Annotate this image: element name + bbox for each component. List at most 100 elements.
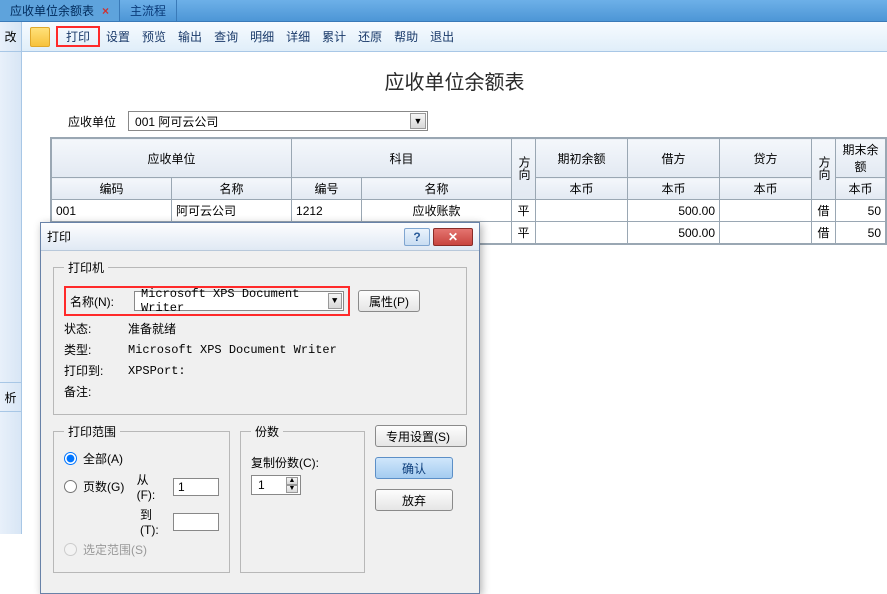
- printer-group: 打印机 名称(N): Microsoft XPS Document Writer…: [53, 259, 467, 415]
- printer-select[interactable]: Microsoft XPS Document Writer ▼: [134, 291, 344, 311]
- spin-up-icon[interactable]: ▲: [286, 477, 298, 485]
- th-unit: 应收单位: [52, 139, 292, 178]
- th-open: 期初余额: [536, 139, 628, 178]
- th-debit-cur: 本币: [628, 178, 720, 200]
- printer-group-label: 打印机: [64, 259, 108, 276]
- toolbar: 打印 设置 预览 输出 查询 明细 详细 累计 还原 帮助 退出: [22, 22, 887, 52]
- cell-credit: [720, 200, 812, 222]
- left-sidebar: 改 析: [0, 22, 22, 534]
- special-settings-button[interactable]: 专用设置(S): [375, 425, 467, 447]
- filter-label: 应收单位: [68, 113, 116, 130]
- port-value: XPSPort:: [128, 364, 186, 378]
- th-close-cur: 本币: [836, 178, 886, 200]
- unit-select-value: 001 阿可云公司: [135, 113, 218, 130]
- copies-group-label: 份数: [251, 423, 283, 440]
- status-label: 状态:: [64, 320, 120, 337]
- th-subject: 科目: [292, 139, 512, 178]
- th-name: 名称: [172, 178, 292, 200]
- menu-cumulative[interactable]: 累计: [316, 26, 352, 47]
- menu-restore[interactable]: 还原: [352, 26, 388, 47]
- th-dir1: 方向: [512, 139, 536, 200]
- cell-debit: 500.00: [628, 200, 720, 222]
- from-label: 从(F):: [137, 471, 167, 502]
- menu-print[interactable]: 打印: [60, 28, 96, 46]
- menu-query[interactable]: 查询: [208, 26, 244, 47]
- type-label: 类型:: [64, 341, 120, 358]
- highlight-print: 打印: [56, 26, 100, 47]
- from-input[interactable]: [173, 478, 219, 496]
- cell-acctno: 1212: [292, 200, 362, 222]
- tab-mainflow[interactable]: 主流程: [120, 0, 177, 21]
- cell-debit: 500.00: [628, 222, 720, 244]
- type-value: Microsoft XPS Document Writer: [128, 343, 337, 357]
- th-acctname: 名称: [362, 178, 512, 200]
- close-button[interactable]: ✕: [433, 228, 473, 246]
- th-code: 编码: [52, 178, 172, 200]
- sidebar-btn-2[interactable]: 析: [0, 382, 21, 412]
- cell-dir1: 平: [512, 200, 536, 222]
- radio-all[interactable]: [64, 452, 77, 465]
- cell-open: [536, 200, 628, 222]
- help-button[interactable]: ?: [404, 228, 430, 246]
- th-dir2: 方向: [812, 139, 836, 200]
- properties-button[interactable]: 属性(P): [358, 290, 420, 312]
- tab-label: 主流程: [130, 2, 166, 19]
- radio-pages-label: 页数(G): [83, 478, 131, 495]
- dialog-title: 打印: [47, 228, 71, 245]
- copies-spinner[interactable]: 1 ▲ ▼: [251, 475, 301, 495]
- port-label: 打印到:: [64, 362, 120, 379]
- cell-name: 阿可云公司: [172, 200, 292, 222]
- spin-down-icon[interactable]: ▼: [286, 485, 298, 493]
- copies-label: 复制份数(C):: [251, 454, 354, 471]
- dialog-titlebar[interactable]: 打印 ? ✕: [41, 223, 479, 251]
- page-title: 应收单位余额表: [22, 52, 887, 109]
- note-label: 备注:: [64, 383, 120, 400]
- chevron-down-icon: ▼: [410, 113, 426, 129]
- th-credit-cur: 本币: [720, 178, 812, 200]
- th-acctno: 编号: [292, 178, 362, 200]
- highlight-printer-name: 名称(N): Microsoft XPS Document Writer ▼: [64, 286, 350, 316]
- cell-dir1: 平: [512, 222, 536, 244]
- radio-selection: [64, 543, 77, 556]
- copies-group: 份数 复制份数(C): 1 ▲ ▼: [240, 423, 365, 573]
- chevron-down-icon: ▼: [328, 293, 343, 309]
- status-value: 准备就绪: [128, 320, 176, 337]
- radio-all-label: 全部(A): [83, 450, 123, 467]
- menu-preview[interactable]: 预览: [136, 26, 172, 47]
- menu-exit[interactable]: 退出: [424, 26, 460, 47]
- sidebar-label: 析: [4, 389, 16, 406]
- print-dialog: 打印 ? ✕ 打印机 名称(N): Microsoft XPS Document…: [40, 222, 480, 594]
- cell-credit: [720, 222, 812, 244]
- menu-output[interactable]: 输出: [172, 26, 208, 47]
- cell-dir2: 借: [812, 200, 836, 222]
- cell-open: [536, 222, 628, 244]
- toolbar-icon[interactable]: [30, 27, 50, 47]
- name-label: 名称(N):: [70, 293, 126, 310]
- radio-selection-label label: 选定范围(S): [83, 541, 147, 558]
- ok-button[interactable]: 确认: [375, 457, 453, 479]
- cell-dir2: 借: [812, 222, 836, 244]
- th-debit: 借方: [628, 139, 720, 178]
- menu-help[interactable]: 帮助: [388, 26, 424, 47]
- table-row[interactable]: 001 阿可云公司 1212 应收账款 平 500.00 借 50: [52, 200, 886, 222]
- cell-acctname: 应收账款: [362, 200, 512, 222]
- th-open-cur: 本币: [536, 178, 628, 200]
- to-input[interactable]: [173, 513, 219, 531]
- radio-pages[interactable]: [64, 480, 77, 493]
- copies-value: 1: [258, 478, 265, 492]
- to-label: 到(T):: [140, 506, 167, 537]
- menu-detail[interactable]: 明细: [244, 26, 280, 47]
- menu-settings[interactable]: 设置: [100, 26, 136, 47]
- tab-balance[interactable]: 应收单位余额表 ×: [0, 0, 120, 21]
- cell-code: 001: [52, 200, 172, 222]
- menu-detailed[interactable]: 详细: [280, 26, 316, 47]
- sidebar-btn-1[interactable]: 改: [0, 22, 21, 52]
- unit-select[interactable]: 001 阿可云公司 ▼: [128, 111, 428, 131]
- cancel-button[interactable]: 放弃: [375, 489, 453, 511]
- filter-row: 应收单位 001 阿可云公司 ▼: [22, 109, 887, 137]
- tab-label: 应收单位余额表: [10, 2, 94, 19]
- close-icon[interactable]: ×: [102, 4, 109, 18]
- th-close: 期末余额: [836, 139, 886, 178]
- range-group-label: 打印范围: [64, 423, 120, 440]
- sidebar-label: 改: [4, 28, 16, 45]
